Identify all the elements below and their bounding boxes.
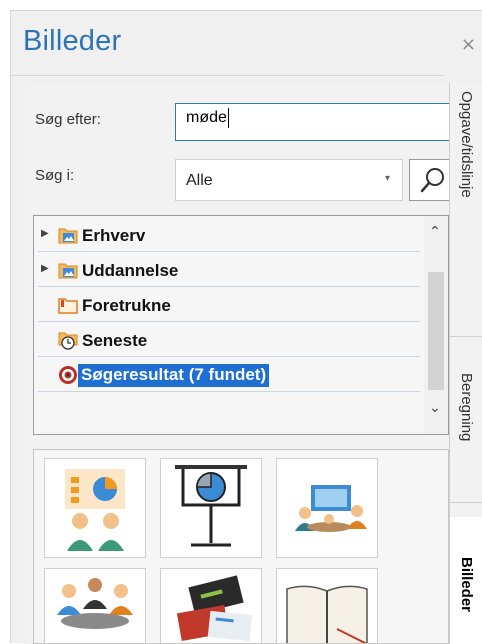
- search-input-value: møde: [186, 109, 227, 127]
- people-around-table-image: [57, 578, 133, 629]
- close-icon[interactable]: ×: [461, 34, 476, 55]
- scroll-down-icon[interactable]: ⌄: [429, 400, 441, 416]
- chevron-down-icon: ▾: [384, 173, 390, 184]
- category-tree: ▶ Erhverv ▶ Uddannelse Foretrukne Senest…: [33, 215, 449, 435]
- tab-task-timeline[interactable]: Opgave/tidslinje: [450, 83, 482, 337]
- folder-picture-icon: [58, 263, 78, 279]
- tree-item-label: Foretrukne: [82, 296, 171, 315]
- tab-label: Opgave/tidslinje: [458, 91, 475, 198]
- open-notebook-pen-image: [286, 585, 368, 643]
- search-input[interactable]: møde: [175, 103, 453, 141]
- projector-screen-pie-chart-image: [175, 465, 247, 547]
- folder-picture-icon: [58, 228, 78, 244]
- tree-item-seneste[interactable]: Seneste: [38, 323, 420, 357]
- tree-item-foretrukne[interactable]: Foretrukne: [38, 288, 420, 322]
- tree-item-erhverv[interactable]: ▶ Erhverv: [38, 218, 420, 252]
- tree-item-uddannelse[interactable]: ▶ Uddannelse: [38, 253, 420, 287]
- image-thumb-projector-screen-pie-chart[interactable]: [160, 458, 262, 558]
- magnifier-icon: [420, 168, 444, 193]
- tree-scrollbar[interactable]: ⌃ ⌄: [424, 216, 448, 434]
- tree-item-label: Erhverv: [82, 226, 146, 245]
- pane-content: Søg efter: møde Søg i: Alle ▾ ▶ Erhverv …: [25, 83, 453, 644]
- pane-title: Billeder: [23, 25, 122, 57]
- business-cards-image: [176, 575, 253, 642]
- tab-label: Beregning: [458, 373, 475, 442]
- presentation-people-chart-image: [65, 469, 125, 551]
- search-for-label: Søg efter:: [35, 111, 101, 128]
- tab-calculation[interactable]: Beregning: [450, 337, 482, 503]
- image-thumb-people-around-table[interactable]: [44, 568, 146, 643]
- header-divider: [11, 75, 444, 76]
- expand-arrow-icon[interactable]: ▶: [41, 228, 49, 239]
- tab-label: Billeder: [458, 557, 475, 613]
- image-thumb-open-notebook-pen[interactable]: [276, 568, 378, 643]
- recent-clock-icon: [58, 332, 78, 350]
- search-in-label: Søg i:: [35, 167, 75, 184]
- scroll-up-icon[interactable]: ⌃: [429, 224, 441, 240]
- image-results-grid: [33, 449, 449, 644]
- image-thumb-presentation-people-chart[interactable]: [44, 458, 146, 558]
- meeting-room-screen-image: [295, 485, 367, 532]
- images-pane: Billeder × Søg efter: møde Søg i: Alle ▾…: [10, 10, 482, 644]
- tree-item-label: Søgeresultat (7 fundet): [78, 364, 270, 387]
- tree-item-label: Uddannelse: [82, 261, 179, 280]
- image-thumb-business-cards[interactable]: [160, 568, 262, 643]
- scrollbar-thumb[interactable]: [428, 272, 444, 390]
- tree-item-search-results[interactable]: Søgeresultat (7 fundet): [38, 358, 420, 392]
- image-thumb-meeting-room-screen[interactable]: [276, 458, 378, 558]
- tree-item-label: Seneste: [82, 331, 148, 350]
- text-caret: [227, 108, 229, 128]
- search-scope-select[interactable]: Alle ▾: [175, 159, 403, 201]
- vertical-tab-strip: Opgave/tidslinje Beregning Billeder: [449, 83, 482, 644]
- search-button[interactable]: [409, 159, 453, 201]
- expand-arrow-icon[interactable]: ▶: [41, 263, 49, 274]
- tab-images[interactable]: Billeder: [450, 517, 482, 644]
- search-scope-value: Alle: [186, 172, 213, 189]
- search-results-target-icon: [59, 366, 77, 384]
- favorites-folder-icon: [58, 298, 78, 314]
